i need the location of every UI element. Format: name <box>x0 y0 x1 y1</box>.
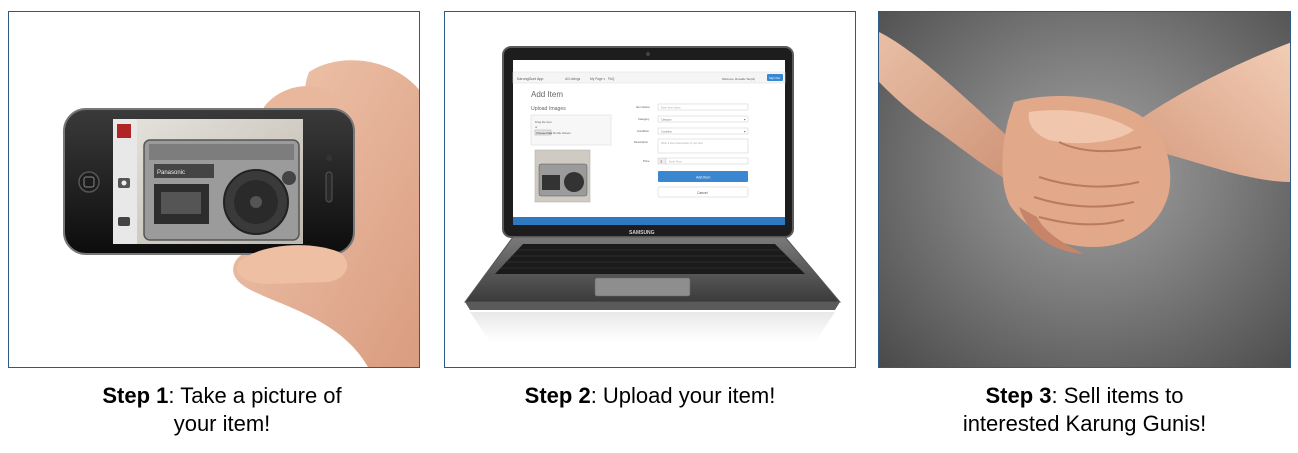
label-category: Category <box>638 117 650 121</box>
handshake-illustration <box>879 32 1290 254</box>
svg-text:No file chosen: No file chosen <box>553 131 571 135</box>
upload-title: Upload Images <box>531 106 566 112</box>
app-brand: KarungGuni App <box>517 77 543 81</box>
svg-text:or: or <box>535 125 538 129</box>
nav-welcome: Welcome, Ronaldo Tan(uf) <box>722 77 755 81</box>
step1-label: Step 1 <box>102 383 169 408</box>
svg-text:Write a short description of y: Write a short description of your item <box>661 141 703 145</box>
step1-text-line2: your item! <box>173 411 271 436</box>
step1-image-panel: Panasonic <box>8 11 420 368</box>
label-description: Description <box>634 140 648 144</box>
step3-label: Step 3 <box>985 383 1052 408</box>
laptop-brand: SAMSUNG <box>629 230 655 236</box>
label-condition: Condition <box>637 129 649 133</box>
label-price: Price <box>643 159 650 163</box>
phone-speaker <box>325 171 333 203</box>
svg-text:Choose Files: Choose Files <box>536 131 553 135</box>
label-item-name: Item Name <box>636 105 650 109</box>
step2-text-line1: : Upload your item! <box>590 383 776 408</box>
phone-home-button <box>78 171 100 193</box>
svg-text:Drag file here: Drag file here <box>535 120 552 124</box>
svg-text:Enter Item Name: Enter Item Name <box>661 106 681 110</box>
step3-caption: Step 3: Sell items to interested Karung … <box>878 382 1291 438</box>
svg-text:Cancel: Cancel <box>697 191 708 195</box>
svg-text:Condition: Condition <box>661 130 673 134</box>
app-page-title: Add Item <box>531 90 563 99</box>
step1-text-line1: : Take a picture of <box>168 383 342 408</box>
step2-label: Step 2 <box>524 383 591 408</box>
laptop-illustration: KarungGuni App All Listings My Page ▾ FA… <box>464 46 842 342</box>
phone-photo-illustration: Panasonic <box>63 60 419 367</box>
nav-link-faq[interactable]: FAQ <box>608 77 615 81</box>
boombox-brand: Panasonic <box>157 170 185 176</box>
step3-text-line1: : Sell items to <box>1051 383 1184 408</box>
step1-caption: Step 1: Take a picture of your item! <box>8 382 436 438</box>
nav-link-all-listings[interactable]: All Listings <box>565 77 581 81</box>
svg-text:Enter Price: Enter Price <box>669 160 682 164</box>
laptop-trackpad <box>594 277 691 297</box>
step2-image-panel: KarungGuni App All Listings My Page ▾ FA… <box>444 11 856 368</box>
svg-text:Sign Out: Sign Out <box>769 76 780 80</box>
nav-link-my-page[interactable]: My Page ▾ <box>590 77 605 81</box>
step3-text-line2: interested Karung Gunis! <box>962 411 1207 436</box>
step2-caption: Step 2: Upload your item! <box>444 382 856 410</box>
svg-text:Category: Category <box>661 118 672 122</box>
step3-image-panel <box>878 11 1291 368</box>
svg-text:Add Item: Add Item <box>696 176 710 180</box>
